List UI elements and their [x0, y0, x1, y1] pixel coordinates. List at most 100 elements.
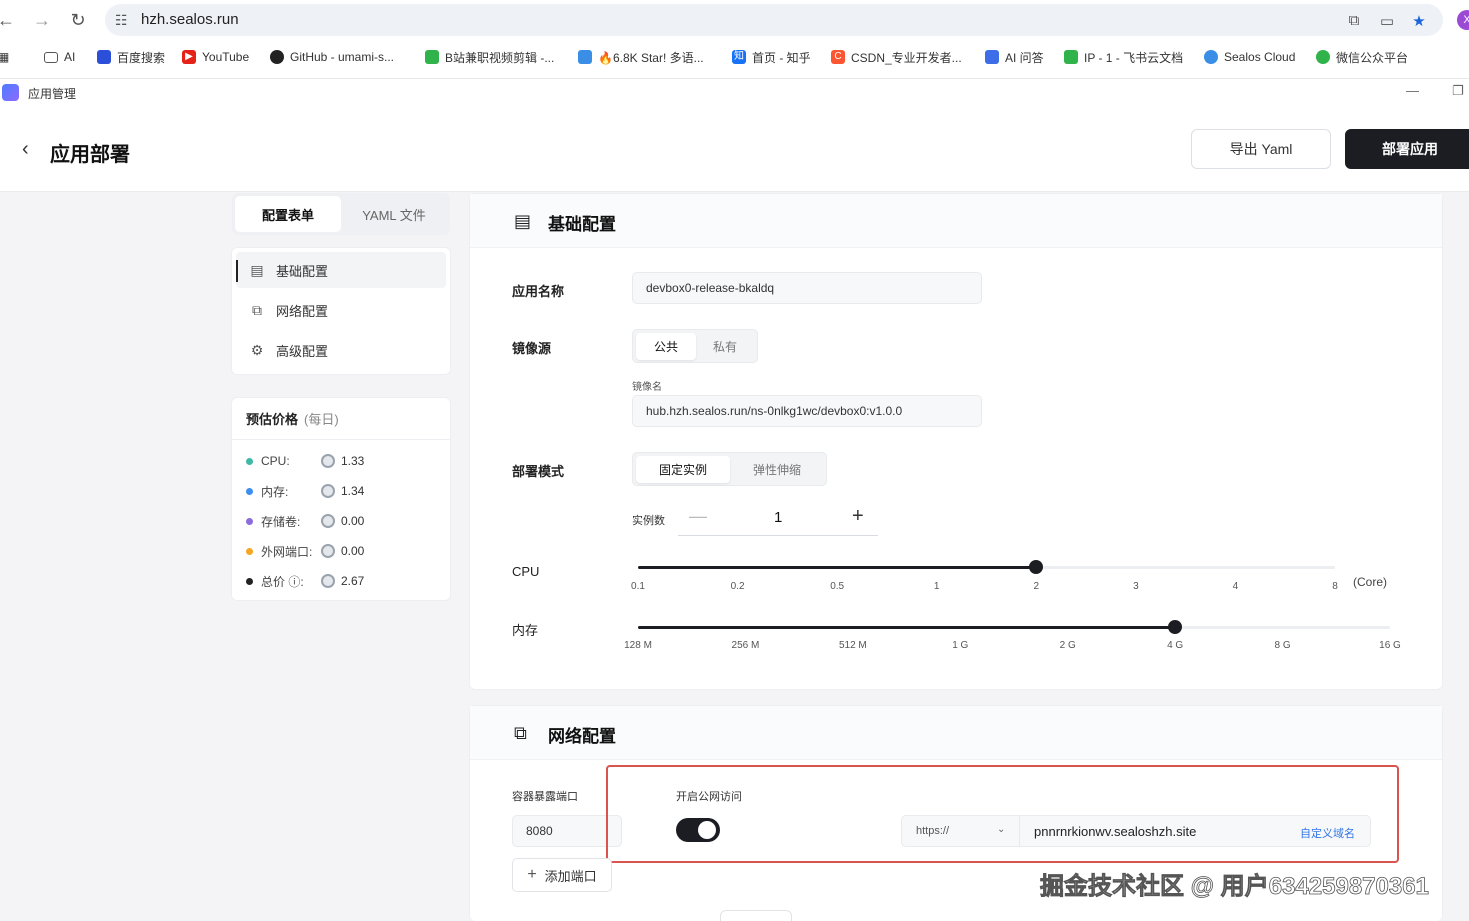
chevron-left-icon[interactable]: ‹	[22, 138, 29, 161]
restore-icon[interactable]: ❐	[1452, 83, 1464, 99]
baidu-icon	[97, 50, 111, 64]
image-source-label: 镜像源	[512, 341, 552, 356]
tab-yaml-file[interactable]: YAML 文件	[341, 196, 447, 232]
coin-icon	[321, 574, 335, 588]
sealos-icon	[1204, 50, 1218, 64]
app-title: 应用管理	[28, 87, 77, 101]
bookmark-item[interactable]: 微信公众平台	[1316, 46, 1408, 68]
cpu-unit: (Core)	[1353, 575, 1388, 589]
slider-tick-label: 512 M	[838, 640, 867, 651]
slider-tick-label: 2 G	[1059, 640, 1076, 651]
decrement-button[interactable]: —	[689, 506, 707, 527]
bookmark-star-icon[interactable]: ★	[1410, 12, 1428, 30]
document-list-icon: ▤	[250, 261, 264, 278]
site-settings-icon[interactable]: ☷	[115, 12, 131, 28]
price-subtitle: (每日)	[304, 412, 339, 427]
bookmark-item[interactable]: 百度搜索	[97, 46, 165, 68]
memory-label: 内存	[512, 623, 539, 638]
page-header: ‹ 应用部署 导出 Yaml 部署应用	[0, 104, 1469, 192]
cpu-label: CPU	[512, 564, 540, 579]
youtube-icon: ▶	[182, 50, 196, 64]
bookmark-item[interactable]: 🔥6.8K Star! 多语...	[578, 46, 704, 68]
gear-icon: ⚙	[250, 341, 264, 358]
deploy-mode-fixed[interactable]: 固定实例	[636, 456, 730, 483]
image-source-toggle: 公共 私有	[632, 329, 758, 363]
bookmark-item[interactable]: AI	[44, 46, 75, 68]
scroll-handle[interactable]	[720, 910, 792, 921]
protocol-select[interactable]: https:// ⌄	[901, 815, 1020, 847]
coin-icon	[321, 544, 335, 558]
slider-tick-label: 4 G	[1167, 640, 1184, 651]
wechat-icon	[1316, 50, 1330, 64]
slider-tick-label: 128 M	[624, 640, 652, 651]
slider-tick-label: 8 G	[1274, 640, 1291, 651]
app-name-input[interactable]: devbox0-release-bkaldq	[632, 272, 982, 304]
bookmarks-bar: ▦ AI 百度搜索 ▶ YouTube GitHub - umami-s... B…	[0, 46, 1469, 70]
instances-value[interactable]: 1	[774, 509, 782, 526]
slider-tick-label: 8	[1332, 581, 1338, 592]
config-mode-tabs: 配置表单 YAML 文件	[232, 193, 450, 235]
nav-item-network-config[interactable]: ⧉ 网络配置	[236, 292, 446, 328]
app-name-label: 应用名称	[512, 284, 565, 299]
slider-tick-label: 0.5	[830, 581, 845, 592]
price-title: 预估价格	[246, 412, 299, 427]
section-nav: ▤ 基础配置 ⧉ 网络配置 ⚙ 高级配置	[231, 247, 451, 375]
bookmark-item[interactable]: GitHub - umami-s...	[270, 46, 394, 68]
bookmark-item[interactable]: AI 问答	[985, 46, 1044, 68]
slider-tick-label: 4	[1232, 581, 1239, 592]
slider-tick-label: 2	[1033, 581, 1040, 592]
add-port-button[interactable]: + 添加端口	[512, 858, 612, 892]
github-icon	[270, 50, 284, 64]
chevron-down-icon: ⌄	[997, 824, 1006, 835]
price-row-cpu: CPU: 1.33	[246, 451, 446, 471]
deploy-app-button[interactable]: 部署应用	[1345, 129, 1469, 169]
tv-icon	[578, 50, 592, 64]
deploy-mode-toggle: 固定实例 弹性伸缩	[632, 452, 827, 486]
minimize-icon[interactable]: —	[1406, 83, 1419, 98]
page-title: 应用部署	[50, 144, 130, 166]
translate-icon[interactable]: ⧉	[1345, 12, 1363, 30]
bookmark-item[interactable]: Sealos Cloud	[1204, 46, 1295, 68]
address-bar[interactable]: ☷ hzh.sealos.run ⧉ ▭ ★	[105, 4, 1443, 36]
domain-text[interactable]: pnnrnrkionwv.sealoshzh.site	[1034, 824, 1196, 839]
csdn-icon: C	[831, 50, 845, 64]
coin-icon	[321, 484, 335, 498]
basic-config-card: ▤ 基础配置	[469, 193, 1443, 690]
public-access-toggle[interactable]	[676, 818, 720, 842]
coin-icon	[321, 514, 335, 528]
image-source-private[interactable]: 私有	[696, 333, 754, 360]
nav-item-advanced-config[interactable]: ⚙ 高级配置	[236, 332, 446, 368]
deploy-mode-elastic[interactable]: 弹性伸缩	[730, 456, 824, 483]
slider-fill	[638, 626, 1176, 629]
custom-domain-link[interactable]: 自定义域名	[1300, 825, 1355, 841]
forward-arrow-icon[interactable]: →	[30, 8, 54, 32]
slider-tick-label: 0.2	[730, 581, 745, 592]
slider-tick-label: 3	[1133, 581, 1139, 592]
image-source-public[interactable]: 公共	[636, 333, 696, 360]
document-list-icon: ▤	[514, 211, 532, 231]
folder-icon	[44, 51, 58, 63]
plus-icon: +	[527, 866, 537, 883]
image-name-input[interactable]: hub.hzh.sealos.run/ns-0nlkg1wc/devbox0:v…	[632, 395, 982, 427]
basic-config-title: 基础配置	[548, 215, 616, 234]
bookmark-item[interactable]: IP - 1 - 飞书云文档	[1064, 46, 1183, 68]
app-title-bar: 应用管理 — ❐	[0, 78, 1469, 104]
ai-chat-icon	[985, 50, 999, 64]
increment-button[interactable]: +	[852, 505, 864, 528]
bookmark-item[interactable]: ▶ YouTube	[182, 46, 249, 68]
cast-icon[interactable]: ▭	[1378, 12, 1396, 30]
export-yaml-button[interactable]: 导出 Yaml	[1191, 129, 1331, 169]
reload-icon[interactable]: ↻	[66, 8, 90, 32]
bookmark-item[interactable]: C CSDN_专业开发者...	[831, 46, 962, 68]
highlight-annotation	[606, 765, 1399, 863]
nav-item-basic-config[interactable]: ▤ 基础配置	[236, 252, 446, 288]
slider-tick-label: 1 G	[952, 640, 969, 651]
bookmark-item[interactable]: 知首页 - 知乎	[732, 46, 811, 68]
bookmark-item[interactable]: B站兼职视频剪辑 -...	[425, 46, 554, 68]
back-arrow-icon[interactable]: ←	[0, 8, 18, 32]
network-icon: ⧉	[514, 723, 527, 743]
profile-avatar[interactable]: X	[1457, 10, 1469, 30]
apps-grid-icon[interactable]: ▦	[0, 46, 9, 68]
tab-config-form[interactable]: 配置表单	[235, 196, 341, 232]
doc-icon	[425, 50, 439, 64]
